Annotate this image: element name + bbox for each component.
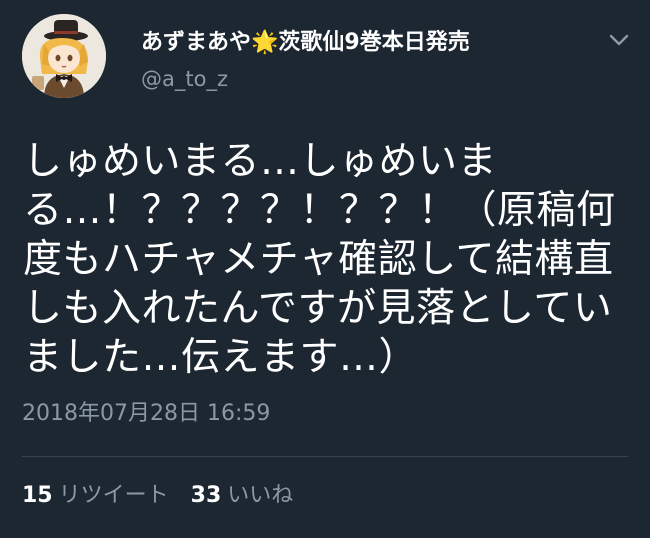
retweet-count-label: リツイート: [58, 483, 169, 508]
tweet-text: しゅめいまる…しゅめいまる…！？？？？！？？！（原稿何度もハチャメチャ確認して結…: [23, 139, 616, 380]
like-count-label: いいね: [227, 483, 294, 508]
retweet-count-number: 15: [22, 483, 53, 508]
like-count-number: 33: [190, 483, 222, 508]
sun-emoji-icon: 🌟: [251, 30, 279, 55]
chevron-down-icon[interactable]: [607, 30, 631, 50]
tweet-timestamp[interactable]: 2018年07月28日 16:59: [22, 398, 270, 430]
avatar-illustration-icon: [22, 14, 106, 98]
tweet: あずまあや🌟茨歌仙9巻本日発売 @a_to_z しゅめいまる…しゅめいまる…！？…: [0, 0, 650, 538]
divider: [22, 456, 628, 457]
like-count[interactable]: 33 いいね: [191, 480, 294, 512]
avatar[interactable]: [22, 14, 106, 98]
retweet-count[interactable]: 15 リツイート: [22, 480, 169, 512]
author-display-name[interactable]: あずまあや🌟茨歌仙9巻本日発売: [141, 27, 470, 59]
author-name-part2: 茨歌仙9巻本日発売: [278, 30, 470, 55]
author-handle[interactable]: @a_to_z: [141, 64, 228, 94]
author-name-part1: あずまあや: [141, 30, 252, 55]
tweet-stats: 15 リツイート 33 いいね: [22, 480, 293, 512]
